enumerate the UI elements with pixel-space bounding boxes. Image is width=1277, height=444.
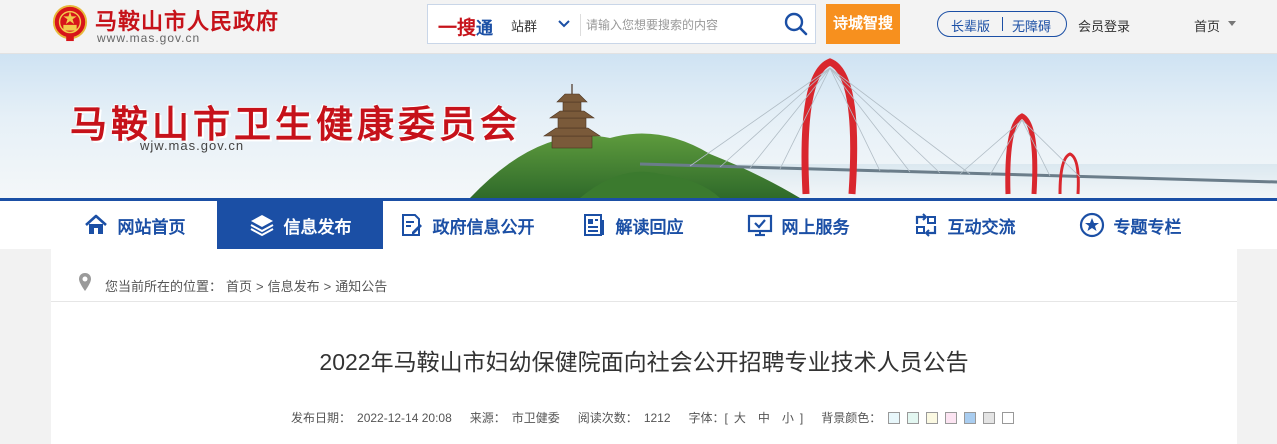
search-brand-main: 一搜 — [438, 18, 477, 39]
bg-color-label: 背景颜色： — [821, 411, 882, 425]
document-edit-icon — [401, 214, 422, 236]
font-size-large[interactable]: 大 — [734, 409, 746, 426]
nav-item-interpretation[interactable]: 解读回应 — [549, 201, 715, 249]
accessibility-toggle: 长辈版 无障碍 — [937, 11, 1067, 37]
bg-swatch-pink[interactable] — [945, 411, 958, 424]
exchange-icon — [915, 213, 936, 237]
chevron-down-icon[interactable] — [556, 15, 572, 31]
nav-item-interaction[interactable]: 互动交流 — [881, 201, 1047, 249]
nav-item-label: 政府信息公开 — [432, 217, 535, 237]
font-size-small[interactable]: 小 — [782, 409, 794, 426]
nav-item-label: 专题专栏 — [1113, 217, 1182, 237]
nav-item-gov-info[interactable]: 政府信息公开 — [383, 201, 549, 249]
search-brand-accent: 通 — [476, 19, 494, 38]
font-size-medium[interactable]: 中 — [758, 409, 770, 426]
department-title: 马鞍山市卫生健康委员会 — [70, 104, 521, 145]
nav-item-label: 解读回应 — [615, 217, 684, 237]
breadcrumb-separator: > — [256, 279, 264, 294]
bg-swatch-blue[interactable] — [964, 411, 977, 424]
nav-item-home[interactable]: 网站首页 — [51, 201, 217, 249]
bg-swatch-cream[interactable] — [926, 411, 939, 424]
breadcrumb-prefix: 您当前所在的位置： — [105, 279, 223, 294]
breadcrumb: 您当前所在的位置： 首页 > 信息发布 > 通知公告 — [51, 249, 1237, 302]
breadcrumb-item-notices[interactable]: 通知公告 — [335, 279, 387, 294]
search-box: 一搜通 站群 — [427, 4, 816, 44]
breadcrumb-item-info-release[interactable]: 信息发布 — [268, 279, 320, 294]
nav-item-label: 互动交流 — [947, 217, 1016, 237]
bg-swatch-gray[interactable] — [983, 411, 996, 424]
breadcrumb-text: 您当前所在的位置： 首页 > 信息发布 > 通知公告 — [105, 276, 391, 295]
layers-icon — [250, 215, 273, 237]
department-url: wjw.mas.gov.cn — [140, 138, 245, 153]
publish-date-label: 发布日期： — [291, 411, 352, 425]
nav-item-label: 网站首页 — [117, 217, 186, 237]
nav-item-special-topics[interactable]: 专题专栏 — [1047, 201, 1213, 249]
gov-site-url: www.mas.gov.cn — [97, 31, 201, 45]
main-nav: 网站首页 信息发布 政府信息公开 解读回应 网上服务 互动交流 专题专栏 — [0, 198, 1277, 249]
search-divider — [580, 14, 581, 36]
accessible-mode-link[interactable]: 无障碍 — [1012, 16, 1051, 35]
care-divider — [1002, 17, 1003, 31]
caret-down-icon[interactable] — [1228, 21, 1236, 26]
home-dropdown[interactable]: 首页 — [1194, 16, 1220, 35]
font-size-bracket-end: ] — [799, 410, 804, 425]
views-label: 阅读次数： — [577, 411, 638, 425]
site-banner: 马鞍山市卫生健康委员会 wjw.mas.gov.cn — [0, 54, 1277, 198]
search-input[interactable] — [586, 13, 776, 37]
source-label: 来源： — [469, 411, 506, 425]
star-circle-icon — [1079, 212, 1104, 238]
search-scope-select[interactable]: 站群 — [511, 16, 537, 35]
smart-search-button[interactable]: 诗城智搜 — [826, 4, 900, 44]
nav-item-online-service[interactable]: 网上服务 — [715, 201, 881, 249]
monitor-check-icon — [747, 214, 772, 237]
breadcrumb-item-home[interactable]: 首页 — [226, 279, 252, 294]
bg-swatch-light-blue[interactable] — [888, 411, 901, 424]
article-meta: 发布日期： 2022-12-14 20:08 来源： 市卫健委 阅读次数： 12… — [291, 409, 1015, 426]
article-panel: 您当前所在的位置： 首页 > 信息发布 > 通知公告 2022年马鞍山市妇幼保健院面向社会… — [51, 249, 1237, 444]
top-bar: 马鞍山市人民政府 www.mas.gov.cn 一搜通 站群 诗城智搜 长辈版 … — [0, 0, 1277, 54]
views-count: 1212 — [643, 410, 671, 425]
location-pin-icon — [79, 273, 91, 291]
nav-item-label: 网上服务 — [781, 217, 850, 237]
newspaper-icon — [583, 214, 604, 236]
font-size-label: 字体：[ — [688, 411, 728, 425]
article-title: 2022年马鞍山市妇幼保健院面向社会公开招聘专业技术人员公告 — [319, 349, 969, 375]
bg-swatch-mint[interactable] — [907, 411, 920, 424]
source-value: 市卫健委 — [511, 411, 560, 425]
bg-swatch-white[interactable] — [1002, 411, 1015, 424]
nav-item-info-release[interactable]: 信息发布 — [217, 201, 383, 249]
breadcrumb-separator: > — [323, 279, 332, 294]
home-icon — [84, 214, 107, 234]
nav-item-label: 信息发布 — [283, 217, 352, 237]
search-brand: 一搜通 — [438, 13, 493, 40]
member-login-link[interactable]: 会员登录 — [1078, 16, 1130, 35]
elder-mode-link[interactable]: 长辈版 — [951, 16, 990, 35]
search-icon[interactable] — [783, 10, 809, 38]
publish-date: 2022-12-14 20:08 — [357, 410, 452, 425]
national-emblem-icon — [52, 4, 88, 42]
